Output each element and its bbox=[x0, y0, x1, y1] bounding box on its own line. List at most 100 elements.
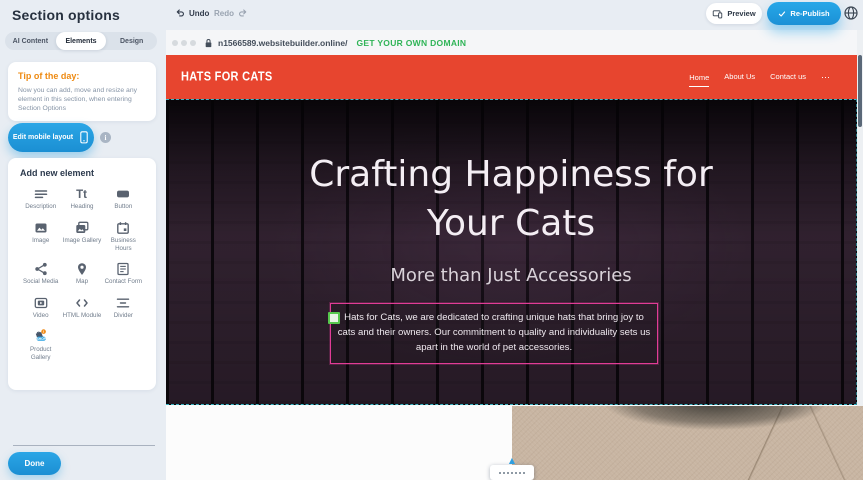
undo-label: Undo bbox=[189, 9, 209, 18]
preview-button[interactable]: Preview bbox=[706, 3, 762, 24]
hero-paragraph: Hats for Cats, we are dedicated to craft… bbox=[337, 311, 651, 356]
tip-card: Tip of the day: Now you can add, move an… bbox=[8, 62, 156, 121]
tab-design[interactable]: Design bbox=[106, 32, 157, 50]
element-item-label: Description bbox=[20, 203, 61, 211]
contact-form-icon bbox=[103, 261, 144, 276]
browser-dot bbox=[190, 40, 196, 46]
section-resize-handle[interactable]: ▲ ▼ bbox=[490, 465, 534, 480]
tip-body: Now you can add, move and resize any ele… bbox=[18, 86, 146, 114]
browser-dot bbox=[172, 40, 178, 46]
nav-more-icon[interactable]: ⋯ bbox=[821, 72, 831, 83]
svg-text:!: ! bbox=[43, 330, 44, 334]
redo-label: Redo bbox=[214, 9, 234, 18]
check-icon bbox=[778, 10, 786, 18]
image-gallery-icon bbox=[61, 220, 102, 235]
tab-ai-content[interactable]: AI Content bbox=[5, 32, 56, 50]
map-icon bbox=[61, 261, 102, 276]
browser-bar: n1566589.websitebuilder.online/ GET YOUR… bbox=[166, 30, 863, 55]
hero-section[interactable]: Crafting Happiness for Your Cats More th… bbox=[166, 99, 857, 405]
redo-icon bbox=[238, 8, 248, 18]
tab-elements[interactable]: Elements bbox=[56, 32, 107, 50]
element-item-contact-form[interactable]: Contact Form bbox=[103, 261, 144, 286]
browser-dots bbox=[172, 40, 196, 46]
globe-icon[interactable] bbox=[843, 5, 859, 21]
site-preview-canvas: n1566589.websitebuilder.online/ GET YOUR… bbox=[166, 30, 863, 480]
divider-icon bbox=[103, 295, 144, 310]
element-item-heading[interactable]: Tt Heading bbox=[61, 186, 102, 211]
element-item-image-gallery[interactable]: Image Gallery bbox=[61, 220, 102, 253]
edit-mobile-label: Edit mobile layout bbox=[13, 134, 73, 141]
edit-mobile-layout-button[interactable]: Edit mobile layout bbox=[8, 123, 94, 152]
element-item-divider[interactable]: Divider bbox=[103, 295, 144, 320]
element-item-image[interactable]: Image bbox=[20, 220, 61, 253]
tip-title: Tip of the day: bbox=[18, 71, 146, 81]
element-item-label: Map bbox=[61, 278, 102, 286]
topbar: Section options Undo Redo Preview Re-Pub… bbox=[0, 0, 863, 30]
element-item-social-media[interactable]: Social Media bbox=[20, 261, 61, 286]
element-item-label: Divider bbox=[103, 312, 144, 320]
element-item-label: HTML Module bbox=[61, 312, 102, 320]
devices-icon bbox=[712, 9, 723, 19]
element-item-label: Contact Form bbox=[103, 278, 144, 286]
nav-item-home[interactable]: Home bbox=[689, 73, 709, 87]
product-gallery-icon: SHOP! bbox=[20, 329, 61, 344]
element-drag-handle[interactable] bbox=[328, 312, 340, 324]
element-item-label: Social Media bbox=[20, 278, 61, 286]
site-nav: Home About Us Contact us ⋯ bbox=[689, 55, 831, 99]
republish-label: Re-Publish bbox=[790, 9, 829, 18]
nav-item-about-us[interactable]: About Us bbox=[724, 72, 755, 83]
sidebar: AI ContentElementsDesign Tip of the day:… bbox=[0, 30, 166, 480]
selected-text-element[interactable]: Hats for Cats, we are dedicated to craft… bbox=[330, 303, 658, 364]
done-button[interactable]: Done bbox=[8, 452, 61, 475]
element-grid: Description Tt HeadingButton ImageImage Gal… bbox=[20, 186, 144, 361]
business-hours-icon bbox=[103, 220, 144, 235]
redo-button[interactable]: Redo bbox=[214, 8, 248, 18]
page-title: Section options bbox=[12, 7, 120, 23]
element-item-label: Product Gallery bbox=[20, 346, 61, 362]
element-item-video[interactable]: Video bbox=[20, 295, 61, 320]
element-item-label: Heading bbox=[61, 203, 102, 211]
republish-button[interactable]: Re-Publish bbox=[767, 2, 841, 25]
info-icon[interactable]: i bbox=[100, 132, 111, 143]
video-icon bbox=[20, 295, 61, 310]
social-media-icon bbox=[20, 261, 61, 276]
undo-button[interactable]: Undo bbox=[175, 8, 209, 18]
svg-text:SHOP: SHOP bbox=[37, 337, 47, 341]
heading-icon: Tt bbox=[61, 186, 102, 201]
add-panel-title: Add new element bbox=[20, 168, 144, 178]
element-item-button[interactable]: Button bbox=[103, 186, 144, 211]
canvas-scrollbar bbox=[857, 30, 863, 406]
next-section-photo[interactable] bbox=[512, 406, 863, 480]
svg-text:Tt: Tt bbox=[77, 189, 88, 201]
element-item-business-hours[interactable]: Business Hours bbox=[103, 220, 144, 253]
hero-title[interactable]: Crafting Happiness for Your Cats bbox=[276, 151, 746, 248]
nav-item-contact-us[interactable]: Contact us bbox=[770, 72, 806, 83]
lock-icon bbox=[204, 38, 213, 48]
element-item-label: Video bbox=[20, 312, 61, 320]
element-item-html-module[interactable]: HTML Module bbox=[61, 295, 102, 320]
next-section-blank[interactable] bbox=[166, 406, 512, 480]
image-icon bbox=[20, 220, 61, 235]
undo-icon bbox=[175, 8, 185, 18]
element-item-label: Business Hours bbox=[103, 237, 144, 253]
add-new-element-panel: Add new element Description Tt HeadingButt… bbox=[8, 158, 156, 390]
phone-icon bbox=[79, 131, 89, 144]
sidebar-divider bbox=[13, 445, 155, 446]
html-module-icon bbox=[61, 295, 102, 310]
preview-label: Preview bbox=[727, 9, 755, 18]
button-icon bbox=[103, 186, 144, 201]
resize-arrow-up-icon: ▲ bbox=[509, 457, 515, 465]
sidebar-tabs: AI ContentElementsDesign bbox=[5, 32, 157, 50]
description-icon bbox=[20, 186, 61, 201]
site-logo[interactable]: HATS FOR CATS bbox=[181, 70, 273, 84]
get-domain-link[interactable]: GET YOUR OWN DOMAIN bbox=[356, 38, 466, 48]
element-item-label: Image Gallery bbox=[61, 237, 102, 245]
element-item-description[interactable]: Description bbox=[20, 186, 61, 211]
element-item-label: Image bbox=[20, 237, 61, 245]
scrollbar-thumb[interactable] bbox=[858, 55, 862, 127]
website-builder-app: Section options Undo Redo Preview Re-Pub… bbox=[0, 0, 863, 480]
element-item-map[interactable]: Map bbox=[61, 261, 102, 286]
site-url: n1566589.websitebuilder.online/ bbox=[218, 38, 347, 48]
element-item-product-gallery[interactable]: SHOP! Product Gallery bbox=[20, 329, 61, 362]
hero-subtitle[interactable]: More than Just Accessories bbox=[166, 265, 856, 286]
